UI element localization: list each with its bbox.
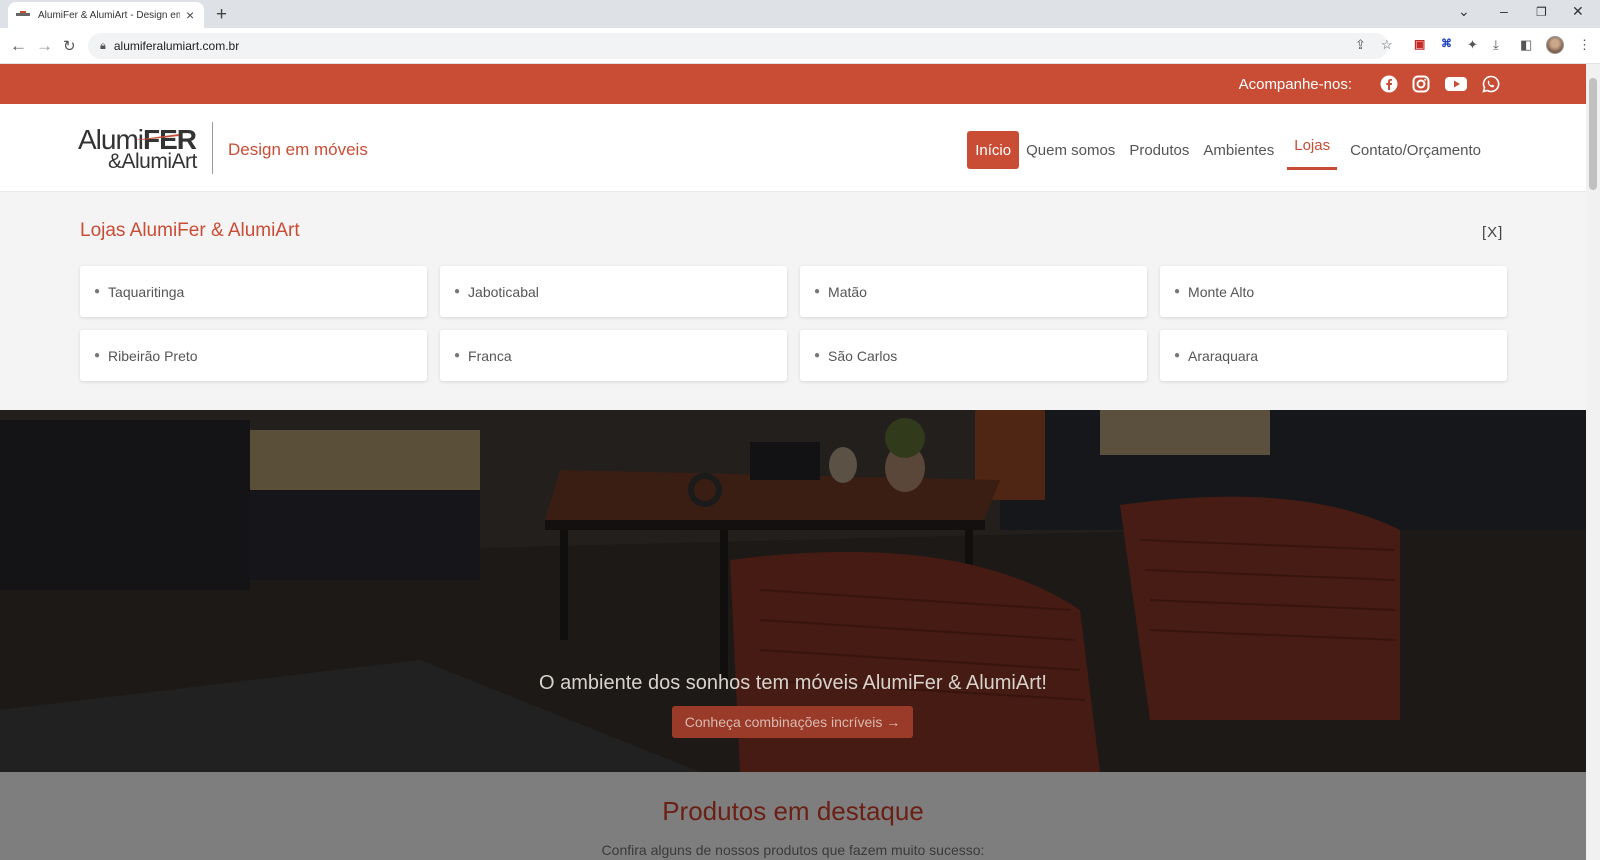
whatsapp-icon[interactable] <box>1482 75 1500 93</box>
tab-close-icon[interactable]: × <box>186 7 194 23</box>
hero-cta-button[interactable]: Conheça combinações incríveis → <box>672 706 913 738</box>
bookmark-star-icon[interactable]: ☆ <box>1381 37 1393 53</box>
nav-produtos[interactable]: Produtos <box>1122 131 1196 169</box>
hero-banner: O ambiente dos sonhos tem móveis AlumiFe… <box>0 410 1586 772</box>
extensions-puzzle-icon[interactable]: ✦ <box>1467 37 1478 53</box>
site-logo[interactable]: AlumiFER &AlumiArt <box>78 124 203 176</box>
store-sao-carlos[interactable]: ● São Carlos <box>800 330 1147 381</box>
social-strip: Acompanhe-nos: <box>0 64 1586 104</box>
bullet-icon: ● <box>94 350 101 361</box>
download-icon[interactable]: ⤓ <box>1493 37 1499 53</box>
site-header: AlumiFER &AlumiArt Design em móveis Iníc… <box>0 104 1586 192</box>
store-araraquara[interactable]: ● Araraquara <box>1160 330 1507 381</box>
share-icon[interactable]: ⇪ <box>1355 37 1366 53</box>
site-favicon-icon <box>16 11 30 16</box>
bullet-icon: ● <box>1174 350 1181 361</box>
stores-close-button[interactable]: [X] <box>1482 224 1503 241</box>
instagram-icon[interactable] <box>1412 75 1430 93</box>
youtube-icon[interactable] <box>1444 75 1468 93</box>
restore-icon[interactable]: ❐ <box>1536 5 1547 19</box>
url-text: alumiferalumiart.com.br <box>113 39 240 53</box>
nav-quem-somos[interactable]: Quem somos <box>1019 131 1122 169</box>
scrollbar-thumb[interactable] <box>1589 78 1597 190</box>
page-viewport: Acompanhe-nos: AlumiFER &AlumiArt Design… <box>0 64 1600 860</box>
browser-tab[interactable]: AlumiFer & AlumiArt - Design em × <box>8 2 204 28</box>
new-tab-icon[interactable]: + <box>216 4 227 26</box>
featured-subtitle: Confira alguns de nossos produtos que fa… <box>601 842 985 858</box>
nav-contato-orcamento[interactable]: Contato/Orçamento <box>1343 131 1488 169</box>
store-franca[interactable]: ● Franca <box>440 330 787 381</box>
forward-icon[interactable]: → <box>36 36 53 56</box>
reload-icon[interactable]: ↻ <box>63 37 76 55</box>
page-scrollbar[interactable] <box>1586 64 1600 860</box>
profile-avatar[interactable] <box>1546 36 1564 54</box>
featured-products-section: Produtos em destaque Confira alguns de n… <box>0 772 1586 860</box>
store-taquaritinga[interactable]: ● Taquaritinga <box>80 266 427 317</box>
browser-toolbar: ← → ↻ 🔒︎ alumiferalumiart.com.br ⇪ ☆ ▣ ⌘… <box>0 28 1600 64</box>
bullet-icon: ● <box>94 286 101 297</box>
extension-icon[interactable]: ⌘ <box>1441 37 1452 50</box>
back-icon[interactable]: ← <box>10 36 27 56</box>
nav-inicio[interactable]: Início <box>967 131 1020 169</box>
window-close-icon[interactable]: ✕ <box>1572 3 1584 20</box>
stores-title: Lojas AlumiFer & AlumiArt <box>80 220 300 241</box>
address-bar[interactable]: 🔒︎ alumiferalumiart.com.br <box>88 33 1388 59</box>
hero-caption: O ambiente dos sonhos tem móveis AlumiFe… <box>539 672 1047 694</box>
store-monte-alto[interactable]: ● Monte Alto <box>1160 266 1507 317</box>
facebook-icon[interactable] <box>1380 75 1398 93</box>
nav-ambientes[interactable]: Ambientes <box>1196 131 1281 169</box>
lock-icon: 🔒︎ <box>100 39 106 52</box>
main-nav: Início Quem somos Produtos Ambientes Loj… <box>967 130 1488 170</box>
bullet-icon: ● <box>814 350 821 361</box>
bullet-icon: ● <box>814 286 821 297</box>
logo-divider <box>212 122 213 174</box>
side-panel-icon[interactable]: ◧ <box>1520 37 1532 53</box>
stores-grid: ● Taquaritinga ● Jaboticabal ● Matão ● Monte… <box>80 266 1507 381</box>
follow-label: Acompanhe-nos: <box>1238 75 1352 93</box>
site-tagline: Design em móveis <box>228 140 368 159</box>
browser-tab-bar: AlumiFer & AlumiArt - Design em × + ⌄ – … <box>0 0 1600 28</box>
logo-text-alumiart: &AlumiArt <box>108 150 197 173</box>
bullet-icon: ● <box>1174 286 1181 297</box>
logo-swoosh-icon <box>135 134 179 140</box>
nav-lojas[interactable]: Lojas <box>1287 130 1338 170</box>
tab-title: AlumiFer & AlumiArt - Design em <box>38 9 180 21</box>
bullet-icon: ● <box>454 286 461 297</box>
store-jaboticabal[interactable]: ● Jaboticabal <box>440 266 787 317</box>
tab-search-icon[interactable]: ⌄ <box>1458 3 1470 20</box>
bullet-icon: ● <box>454 350 461 361</box>
minimize-icon[interactable]: – <box>1500 3 1508 19</box>
stores-dropdown-panel: Lojas AlumiFer & AlumiArt [X] ● Taquariti… <box>0 192 1586 410</box>
store-matao[interactable]: ● Matão <box>800 266 1147 317</box>
featured-title: Produtos em destaque <box>662 796 924 826</box>
store-ribeirao-preto[interactable]: ● Ribeirão Preto <box>80 330 427 381</box>
pdf-extension-icon[interactable]: ▣ <box>1414 37 1425 51</box>
menu-kebab-icon[interactable]: ⋮ <box>1578 37 1591 53</box>
